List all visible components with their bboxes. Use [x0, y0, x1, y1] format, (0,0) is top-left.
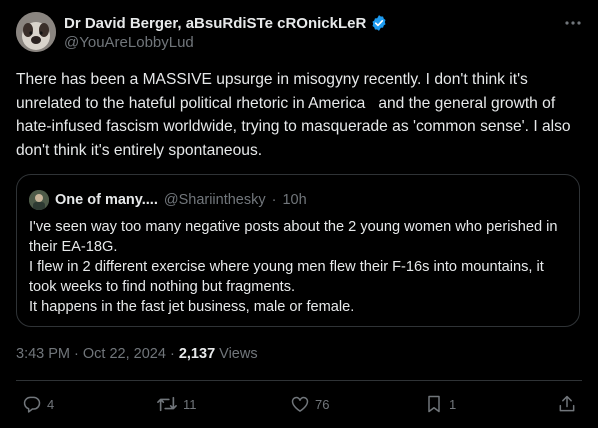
quote-header: One of many.... @Shariinthesky · 10h [29, 190, 307, 210]
quote-line: their EA-18G. [29, 239, 118, 255]
author-display-name[interactable]: Dr David Berger, aBsuRdiSTe cROnickLeR [64, 15, 366, 32]
tweet: Dr David Berger, aBsuRdiSTe cROnickLeR @… [0, 0, 598, 428]
share-button[interactable] [557, 394, 577, 414]
repost-count: 11 [183, 396, 197, 412]
timestamp-row: 3:43 PM · Oct 22, 2024 · 2,137 Views [16, 346, 258, 362]
tweet-text: There has been a MASSIVE upsurge in miso… [16, 71, 575, 159]
more-options-icon[interactable] [562, 14, 584, 32]
repost-icon [156, 394, 178, 414]
divider [16, 380, 582, 381]
quote-line: took weeks to find nothing but fragments… [29, 279, 296, 295]
reply-icon [22, 394, 42, 414]
quote-time: 10h [282, 192, 307, 208]
quote-line: I've seen way too many negative posts ab… [29, 219, 558, 235]
meta-separator: · [74, 346, 79, 362]
bookmark-icon [424, 394, 444, 414]
quoted-tweet[interactable]: One of many.... @Shariinthesky · 10h I'v… [16, 174, 580, 327]
quote-text: I've seen way too many negative posts ab… [29, 217, 569, 317]
verified-badge-icon [370, 14, 388, 32]
like-button[interactable]: 76 [290, 394, 329, 414]
views-count: 2,137 [178, 346, 216, 362]
quote-avatar [29, 190, 49, 210]
quote-line: I flew in 2 different exercise where you… [29, 259, 544, 275]
like-count: 76 [315, 396, 330, 412]
meta-separator: · [169, 346, 175, 362]
repost-button[interactable]: 11 [156, 394, 197, 414]
post-date[interactable]: Oct 22, 2024 [83, 346, 166, 362]
views-label: Views [219, 346, 258, 362]
quote-author-name: One of many.... [55, 192, 158, 208]
post-time[interactable]: 3:43 PM [16, 346, 70, 362]
reply-count: 4 [47, 396, 55, 412]
share-icon [557, 394, 577, 414]
author-name-row[interactable]: Dr David Berger, aBsuRdiSTe cROnickLeR [64, 14, 388, 32]
quote-author-handle: @Shariinthesky [163, 192, 266, 208]
reply-button[interactable]: 4 [22, 394, 54, 414]
quote-line: It happens in the fast jet business, mal… [29, 299, 355, 315]
author-handle[interactable]: @YouAreLobbyLud [64, 34, 194, 51]
avatar[interactable] [16, 12, 56, 52]
bookmark-button[interactable]: 1 [424, 394, 456, 414]
bookmark-count: 1 [449, 396, 457, 412]
heart-icon [290, 394, 310, 414]
quote-separator: · [271, 192, 277, 208]
